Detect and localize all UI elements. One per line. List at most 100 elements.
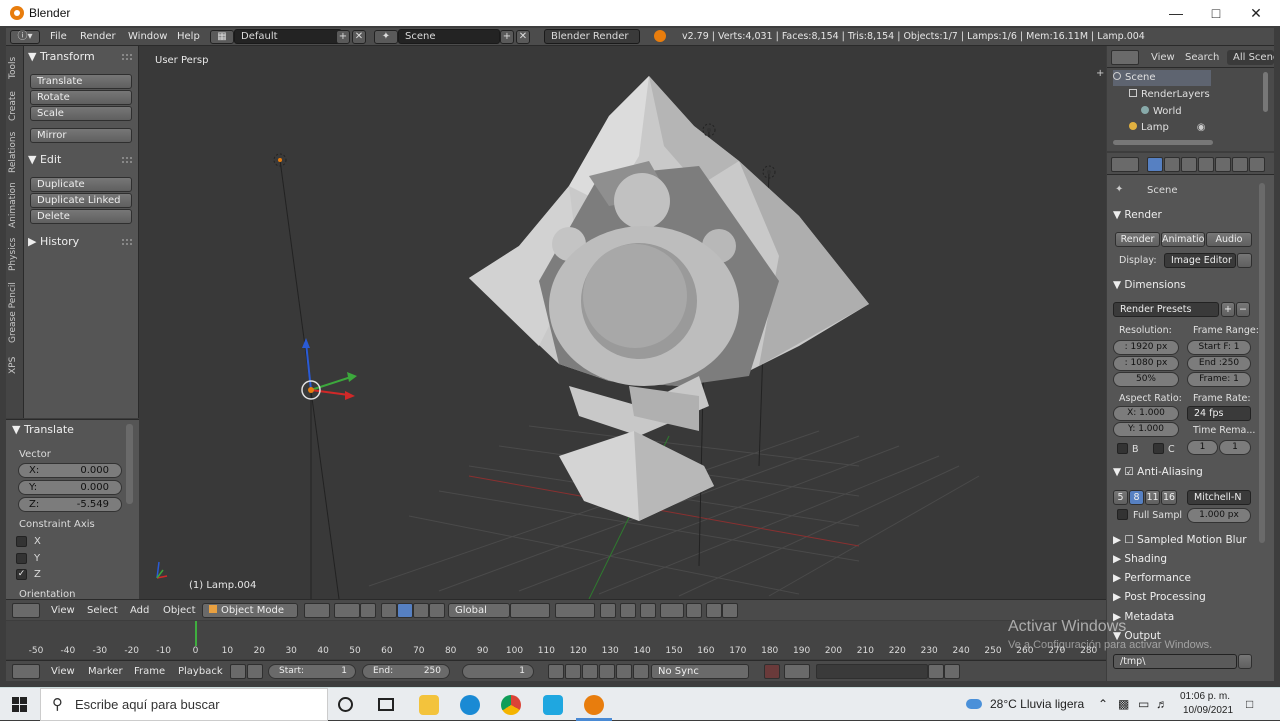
axis-y-checkbox[interactable]: [16, 553, 27, 564]
3d-viewport[interactable]: User Persp (1) Lamp.004 +: [139, 46, 1106, 599]
menu-window[interactable]: Window: [128, 31, 167, 42]
rotate-button[interactable]: Rotate: [30, 90, 132, 105]
object-tab-icon[interactable]: [1215, 157, 1231, 172]
blender-taskbar-icon[interactable]: [584, 695, 604, 715]
aa-samples-11[interactable]: 11: [1145, 490, 1160, 505]
outliner-scrollbar[interactable]: [1113, 140, 1213, 145]
render-presets-select[interactable]: Render Presets: [1113, 302, 1219, 317]
tab-physics[interactable]: Physics: [8, 234, 22, 274]
timeline[interactable]: -50 -40 -30 -20 -10 0 10 20 30 40 50 60 70 80 90 100 110…: [6, 621, 1106, 659]
shading-panel-header[interactable]: ▶ Shading: [1113, 551, 1258, 567]
motion-blur-panel-header[interactable]: ▶ ☐ Sampled Motion Blur: [1113, 532, 1258, 548]
folder-icon[interactable]: [1238, 654, 1252, 669]
resolution-x-field[interactable]: : 1920 px: [1113, 340, 1179, 355]
orientation-select[interactable]: Global: [448, 603, 510, 618]
remap-new-field[interactable]: 1: [1219, 440, 1251, 455]
full-sample-checkbox[interactable]: [1117, 509, 1128, 520]
notifications-icon[interactable]: □: [1246, 697, 1253, 711]
menu-view[interactable]: View: [1151, 52, 1175, 63]
operator-panel-header[interactable]: ▼ Translate: [12, 422, 74, 438]
tab-animation[interactable]: Animation: [8, 180, 22, 230]
menu-help[interactable]: Help: [177, 31, 200, 42]
edge-icon[interactable]: [460, 695, 480, 715]
menu-file[interactable]: File: [50, 31, 67, 42]
windows-start-icon[interactable]: [12, 697, 27, 712]
network-icon[interactable]: ▩: [1118, 697, 1129, 711]
delete-button[interactable]: Delete: [30, 209, 132, 224]
task-view-icon[interactable]: [378, 698, 394, 711]
edit-panel-header[interactable]: ▼ Edit: [28, 152, 61, 168]
cortana-icon[interactable]: [338, 697, 353, 712]
close-button[interactable]: ✕: [1236, 0, 1276, 26]
aspect-y-field[interactable]: Y: 1.000: [1113, 422, 1179, 437]
resolution-y-field[interactable]: : 1080 px: [1113, 356, 1179, 371]
next-keyframe-icon[interactable]: [616, 664, 632, 679]
transform-gizmo[interactable]: [301, 338, 357, 400]
move-manipulator-icon[interactable]: [397, 603, 413, 618]
filter-size-field[interactable]: 1.000 px: [1187, 508, 1251, 523]
menu-render[interactable]: Render: [80, 31, 116, 42]
layout-icon[interactable]: ▦: [210, 30, 234, 44]
taskbar-search-input[interactable]: Escribe aquí para buscar: [40, 688, 328, 721]
editor-type-icon[interactable]: [12, 603, 40, 618]
animation-button[interactable]: Animation: [1161, 232, 1205, 247]
insert-keyframe-icon[interactable]: [928, 664, 944, 679]
chrome-icon[interactable]: [501, 695, 521, 715]
vector-x-field[interactable]: X: 0.000: [18, 463, 122, 478]
snap-icon[interactable]: [640, 603, 656, 618]
mirror-button[interactable]: Mirror: [30, 128, 132, 143]
layer-buttons[interactable]: [555, 603, 595, 618]
tab-create[interactable]: Create: [8, 88, 22, 124]
menu-marker[interactable]: Marker: [88, 666, 123, 677]
aspect-x-field[interactable]: X: 1.000: [1113, 406, 1179, 421]
volume-icon[interactable]: ♬: [1156, 697, 1168, 711]
file-explorer-icon[interactable]: [419, 695, 439, 715]
editor-type-icon[interactable]: [1111, 50, 1139, 65]
layout-remove-button[interactable]: ✕: [352, 30, 366, 44]
scene-icon[interactable]: ✦: [374, 30, 398, 44]
pivot-icon[interactable]: [334, 603, 360, 618]
menu-add[interactable]: Add: [130, 605, 149, 616]
expand-icon[interactable]: +: [1096, 68, 1104, 79]
aa-samples-5[interactable]: 5: [1113, 490, 1128, 505]
menu-select[interactable]: Select: [87, 605, 118, 616]
scene-select[interactable]: Scene: [398, 29, 500, 44]
chevron-up-icon[interactable]: ⌃: [1098, 697, 1108, 711]
duplicate-linked-button[interactable]: Duplicate Linked: [30, 193, 132, 208]
duplicate-button[interactable]: Duplicate: [30, 177, 132, 192]
sync-mode-select[interactable]: No Sync: [651, 664, 749, 679]
scale-button[interactable]: Scale: [30, 106, 132, 121]
translate-button[interactable]: Translate: [30, 74, 132, 89]
battery-icon[interactable]: ▭: [1138, 697, 1149, 711]
scene-tab-icon[interactable]: [1181, 157, 1197, 172]
render-animation-icon[interactable]: [722, 603, 738, 618]
properties-scrollbar[interactable]: [1259, 183, 1265, 543]
render-layers-tab-icon[interactable]: [1164, 157, 1180, 172]
outliner-vscrollbar[interactable]: [1263, 72, 1268, 112]
panel-grip-icon[interactable]: [122, 239, 132, 245]
weather-cloud-icon[interactable]: [966, 699, 982, 709]
tab-xps[interactable]: XPS: [8, 352, 22, 378]
transform-panel-header[interactable]: ▼ Transform: [28, 49, 95, 65]
menu-view[interactable]: View: [51, 666, 75, 677]
outliner-item-world[interactable]: World: [1141, 104, 1280, 120]
resolution-percentage-field[interactable]: 50%: [1113, 372, 1179, 387]
delete-keyframe-icon[interactable]: [944, 664, 960, 679]
lock-layers-icon[interactable]: [600, 603, 616, 618]
weather-text[interactable]: 28°C Lluvia ligera: [990, 697, 1084, 711]
display-mode-select[interactable]: All Scenes: [1227, 50, 1274, 65]
snap-target-icon[interactable]: [660, 603, 684, 618]
proportional-edit-icon[interactable]: [620, 603, 636, 618]
render-panel-header[interactable]: ▼ Render: [1113, 207, 1258, 223]
shading-icon[interactable]: [304, 603, 330, 618]
frame-end-field[interactable]: End :250: [1187, 356, 1251, 371]
minimize-button[interactable]: —: [1156, 0, 1196, 26]
menu-playback[interactable]: Playback: [178, 666, 223, 677]
menu-view[interactable]: View: [51, 605, 75, 616]
translate-manipulator-icon[interactable]: [381, 603, 397, 618]
metadata-panel-header[interactable]: ▶ Metadata: [1113, 609, 1258, 625]
lock-icon[interactable]: [247, 664, 263, 679]
keying-set-field[interactable]: [816, 664, 928, 679]
render-icon[interactable]: [686, 603, 702, 618]
render-tab-icon[interactable]: [1147, 157, 1163, 172]
